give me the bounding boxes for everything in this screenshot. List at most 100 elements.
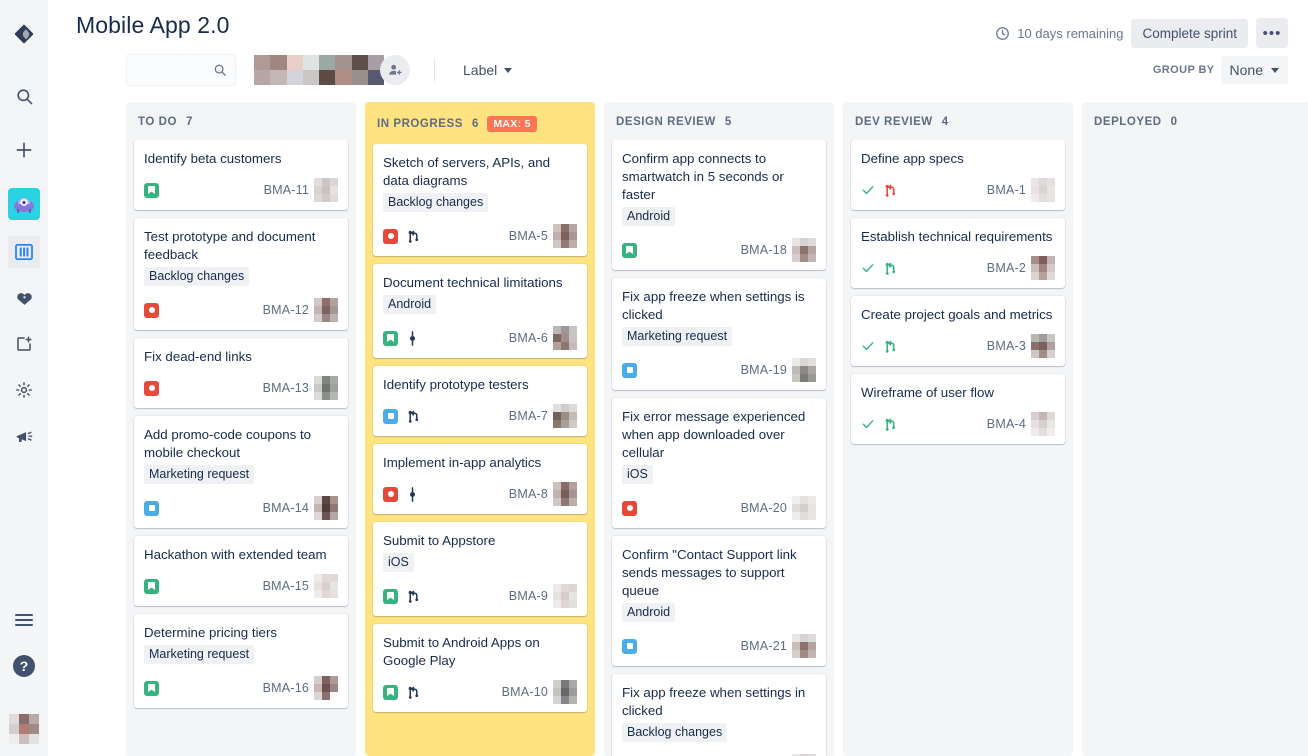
issue-meta: BMA-18 bbox=[741, 238, 816, 262]
page-title: Mobile App 2.0 bbox=[76, 12, 230, 38]
issue-card[interactable]: Wireframe of user flow BMA-4 bbox=[851, 374, 1065, 444]
issue-card[interactable]: Document technical limitations Android BMA… bbox=[373, 264, 587, 358]
board-columns: TO DO 7 Identify beta customers BMA-11 Test … bbox=[48, 102, 1308, 756]
column-header: DEPLOYED 0 bbox=[1082, 102, 1308, 140]
assignee-avatar[interactable] bbox=[792, 634, 816, 658]
issue-icons bbox=[861, 261, 897, 276]
assignee-avatar[interactable] bbox=[314, 496, 338, 520]
assignee-avatar[interactable] bbox=[553, 326, 577, 350]
assignee-avatar[interactable] bbox=[553, 584, 577, 608]
issue-icons bbox=[622, 500, 637, 516]
assignee-avatar[interactable] bbox=[1031, 256, 1055, 280]
label-filter-dropdown[interactable]: Label bbox=[453, 56, 522, 84]
create-icon[interactable] bbox=[8, 134, 40, 166]
issue-card[interactable]: Add promo-code coupons to mobile checkou… bbox=[134, 416, 348, 528]
issue-icons bbox=[622, 242, 637, 258]
issue-card-footer: BMA-1 bbox=[861, 178, 1055, 202]
project-avatar-icon[interactable] bbox=[8, 188, 40, 220]
issue-card[interactable]: Fix dead-end links BMA-13 bbox=[134, 338, 348, 408]
assignee-avatar[interactable] bbox=[553, 404, 577, 428]
days-remaining-text: 10 days remaining bbox=[1017, 25, 1124, 41]
assignee-avatar[interactable] bbox=[792, 358, 816, 382]
avatar-strip[interactable] bbox=[254, 55, 384, 85]
issue-title: Implement in-app analytics bbox=[383, 455, 542, 470]
issue-card[interactable]: Hackathon with extended team BMA-15 bbox=[134, 536, 348, 606]
issue-card[interactable]: Submit to Appstore iOS BMA-9 bbox=[373, 522, 587, 616]
issue-card[interactable]: Confirm app connects to smartwatch in 5 … bbox=[612, 140, 826, 270]
issue-meta: BMA-14 bbox=[263, 496, 338, 520]
more-actions-button[interactable]: ••• bbox=[1256, 18, 1288, 48]
group-by-dropdown[interactable]: None bbox=[1220, 56, 1288, 84]
board-toolbar: Label GROUP BY None bbox=[48, 48, 1308, 102]
expand-menu-icon[interactable] bbox=[8, 604, 40, 636]
assignee-avatar[interactable] bbox=[792, 496, 816, 520]
help-icon[interactable]: ? bbox=[8, 650, 40, 682]
assignee-avatar[interactable] bbox=[1031, 334, 1055, 358]
issue-card[interactable]: Confirm "Contact Support link sends mess… bbox=[612, 536, 826, 666]
issue-title: Define app specs bbox=[861, 151, 964, 166]
assignee-avatar[interactable] bbox=[314, 574, 338, 598]
search-input[interactable] bbox=[126, 54, 236, 86]
jira-board-app: ? Mobile App 2.0 10 days remaining Compl… bbox=[0, 0, 1308, 756]
issue-card-footer: BMA-8 bbox=[383, 482, 577, 506]
issue-card[interactable]: Create project goals and metrics BMA-3 bbox=[851, 296, 1065, 366]
issue-label-chip: iOS bbox=[383, 553, 414, 572]
issue-card[interactable]: Implement in-app analytics BMA-8 bbox=[373, 444, 587, 514]
column-count: 5 bbox=[724, 116, 732, 128]
jira-logo[interactable] bbox=[8, 18, 40, 50]
assignee-avatar[interactable] bbox=[314, 376, 338, 400]
settings-icon[interactable] bbox=[8, 374, 40, 406]
sidebar-bottom-group: ? bbox=[8, 604, 40, 744]
issue-card[interactable]: Fix error message experienced when app d… bbox=[612, 398, 826, 528]
assignee-avatar[interactable] bbox=[314, 676, 338, 700]
issue-card-footer: BMA-21 bbox=[622, 634, 816, 658]
issue-card-footer: BMA-6 bbox=[383, 326, 577, 350]
column-header: IN PROGRESS 6 MAX: 5 bbox=[365, 102, 595, 144]
issue-meta: BMA-1 bbox=[987, 178, 1055, 202]
issue-icons bbox=[622, 362, 637, 378]
assignee-avatar[interactable] bbox=[792, 238, 816, 262]
assignee-avatar[interactable] bbox=[553, 680, 577, 704]
assignee-avatar[interactable] bbox=[314, 298, 338, 322]
issue-card[interactable]: Identify prototype testers BMA-7 bbox=[373, 366, 587, 436]
issue-card[interactable]: Define app specs BMA-1 bbox=[851, 140, 1065, 210]
issue-card[interactable]: Submit to Android Apps on Google Play BMA… bbox=[373, 624, 587, 712]
issue-meta: BMA-11 bbox=[264, 178, 338, 202]
backlog-icon[interactable] bbox=[8, 282, 40, 314]
check-icon bbox=[861, 417, 875, 431]
search-icon[interactable] bbox=[8, 80, 40, 112]
issue-title: Submit to Appstore bbox=[383, 533, 496, 548]
issue-card[interactable]: Sketch of servers, APIs, and data diagra… bbox=[373, 144, 587, 256]
issue-key: BMA-8 bbox=[508, 487, 548, 501]
issue-icons bbox=[383, 228, 420, 244]
issue-card[interactable]: Establish technical requirements BMA-2 bbox=[851, 218, 1065, 288]
assignee-avatar[interactable] bbox=[1031, 178, 1055, 202]
board-icon[interactable] bbox=[8, 236, 40, 268]
issue-key: BMA-7 bbox=[508, 409, 548, 423]
issue-card-footer: BMA-10 bbox=[383, 680, 577, 704]
chevron-down-icon bbox=[1271, 67, 1279, 73]
issue-card[interactable]: Determine pricing tiers Marketing request… bbox=[134, 614, 348, 708]
add-person-button[interactable] bbox=[380, 55, 410, 85]
assignee-avatar[interactable] bbox=[553, 482, 577, 506]
issue-card[interactable]: Fix app freeze when settings in clicked B… bbox=[612, 674, 826, 756]
column-header: DEV REVIEW 4 bbox=[843, 102, 1073, 140]
assignee-avatar[interactable] bbox=[314, 178, 338, 202]
issue-label-chip: Marketing request bbox=[144, 645, 255, 664]
issue-card[interactable]: Fix app freeze when settings is clicked M… bbox=[612, 278, 826, 390]
add-page-icon[interactable] bbox=[8, 328, 40, 360]
assignee-avatar[interactable] bbox=[1031, 412, 1055, 436]
complete-sprint-button[interactable]: Complete sprint bbox=[1131, 18, 1248, 48]
assignee-avatar[interactable] bbox=[553, 224, 577, 248]
issue-icons bbox=[383, 330, 418, 346]
announcement-icon[interactable] bbox=[8, 420, 40, 452]
issue-meta: BMA-2 bbox=[987, 256, 1055, 280]
board-column-design-review: DESIGN REVIEW 5 Confirm app connects to sm… bbox=[604, 102, 834, 756]
issue-card[interactable]: Test prototype and document feedback Back… bbox=[134, 218, 348, 330]
bug-type-icon bbox=[622, 500, 637, 516]
issue-key: BMA-3 bbox=[986, 339, 1026, 353]
issue-label-chip: iOS bbox=[622, 465, 653, 484]
issue-card[interactable]: Identify beta customers BMA-11 bbox=[134, 140, 348, 210]
user-avatar[interactable] bbox=[9, 714, 39, 744]
main-content: Mobile App 2.0 10 days remaining Complet… bbox=[48, 0, 1308, 756]
